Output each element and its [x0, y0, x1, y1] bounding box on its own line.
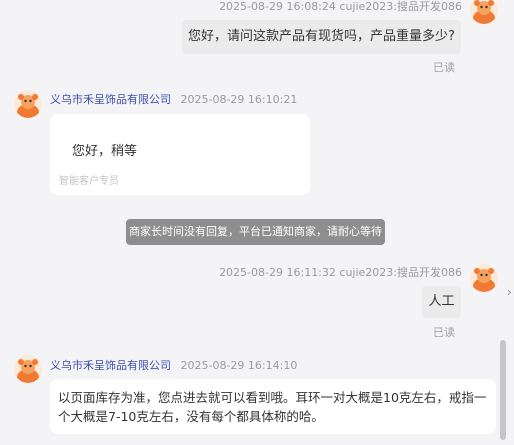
message-time: 2025-08-29 16:10:21: [180, 93, 298, 106]
user-avatar[interactable]: [470, 0, 498, 24]
message-text: 您好，稍等: [72, 144, 138, 159]
message-time: 2025-08-29 16:08:24: [219, 0, 336, 13]
my-message-bubble: 您好，请问这款产品有现货吗，产品重量多少?: [182, 20, 461, 54]
chevron-right-icon[interactable]: ›: [507, 285, 512, 299]
user-avatar[interactable]: [470, 264, 498, 292]
mascot-avatar-icon: [470, 0, 498, 24]
merchant-message-bubble: 您好，稍等 智能客户专员: [50, 114, 310, 195]
service-label: 智能客户专员: [59, 176, 119, 187]
scrollbar-thumb[interactable]: [500, 340, 506, 440]
mascot-avatar-icon: [14, 90, 42, 118]
sender-name: cujie2023:搜品开发086: [339, 266, 462, 279]
mascot-avatar-icon: [470, 264, 498, 292]
message-time: 2025-08-29 16:14:10: [180, 359, 298, 372]
read-status: 已读: [433, 326, 455, 339]
merchant-message-bubble: 以页面库存为准，您点进去就可以看到哦。耳环一对大概是10克左右，戒指一个大概是7…: [50, 379, 496, 434]
my-message-bubble: 人工: [422, 286, 461, 318]
message-meta: 2025-08-29 16:11:32 cujie2023:搜品开发086: [219, 264, 462, 280]
sender-name: cujie2023:搜品开发086: [339, 0, 462, 13]
message-meta: 2025-08-29 16:08:24 cujie2023:搜品开发086: [219, 0, 462, 14]
merchant-avatar[interactable]: [14, 355, 42, 383]
read-status: 已读: [433, 61, 455, 74]
mascot-avatar-icon: [14, 355, 42, 383]
merchant-name[interactable]: 义乌市禾呈饰品有限公司: [50, 93, 171, 106]
message-meta: 义乌市禾呈饰品有限公司 2025-08-29 16:10:21: [50, 91, 297, 107]
merchant-name[interactable]: 义乌市禾呈饰品有限公司: [50, 359, 171, 372]
message-time: 2025-08-29 16:11:32: [219, 266, 336, 279]
message-text: 以页面库存为准，您点进去就可以看到哦。耳环一对大概是10克左右，戒指一个大概是7…: [58, 390, 487, 424]
system-notice: 商家长时间没有回复，平台已通知商家，请耐心等待: [126, 219, 385, 245]
message-meta: 义乌市禾呈饰品有限公司 2025-08-29 16:14:10: [50, 357, 297, 373]
merchant-avatar[interactable]: [14, 90, 42, 118]
